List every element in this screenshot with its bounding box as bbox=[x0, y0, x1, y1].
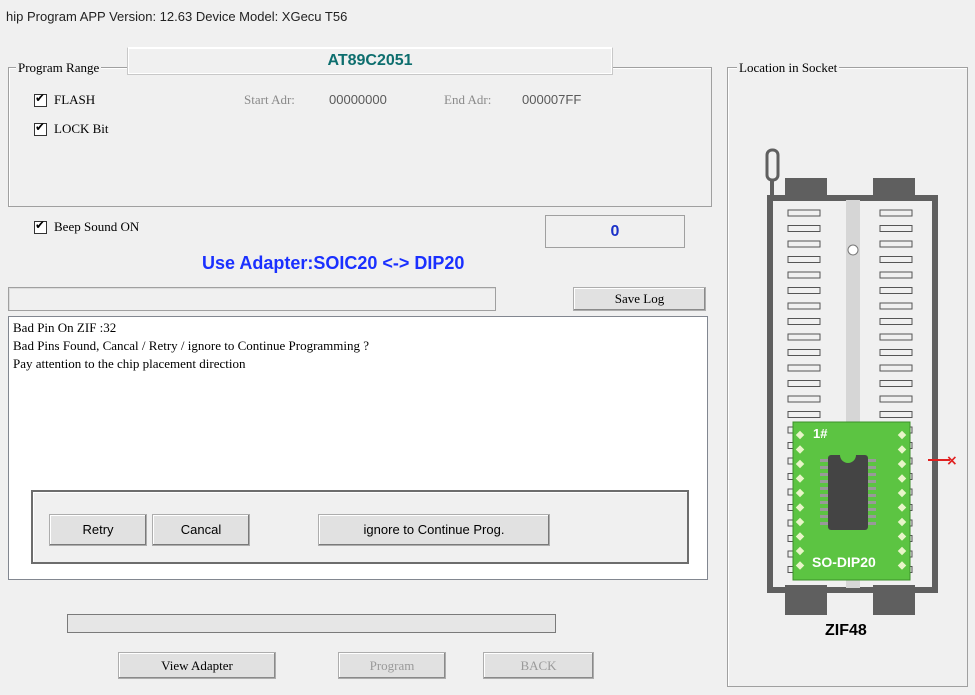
zif-pin-slot bbox=[787, 302, 821, 310]
zif-pin-slot bbox=[879, 209, 913, 217]
save-log-button[interactable]: Save Log bbox=[573, 287, 706, 311]
ic-leg bbox=[868, 508, 876, 511]
flash-label: FLASH bbox=[54, 92, 96, 107]
log-line: Bad Pin On ZIF :32 bbox=[13, 320, 117, 335]
zif-pin-slot bbox=[787, 380, 821, 387]
lock-check-icon[interactable] bbox=[34, 120, 47, 136]
ic-leg bbox=[868, 487, 876, 490]
end-adr-label: End Adr: bbox=[444, 92, 492, 107]
zif-pin-slot bbox=[787, 271, 821, 279]
zif-pin-slot bbox=[879, 411, 913, 418]
view-adapter-button[interactable]: View Adapter bbox=[118, 652, 276, 679]
program-button[interactable]: Program bbox=[338, 652, 446, 679]
retry-button[interactable]: Retry bbox=[49, 514, 147, 546]
lock-bit-label: LOCK Bit bbox=[54, 121, 109, 136]
log-lines: Bad Pin On ZIF :32 Bad Pins Found, Canca… bbox=[13, 319, 369, 373]
zif-socket-diagram: × bbox=[765, 148, 958, 615]
socket-legend: Location in Socket bbox=[737, 60, 840, 76]
ic-leg bbox=[868, 494, 876, 497]
ic-leg bbox=[868, 466, 876, 469]
adapter-text: Use Adapter:SOIC20 <-> DIP20 bbox=[202, 253, 465, 273]
zif-pin-slot bbox=[787, 349, 821, 356]
program-range-group bbox=[8, 67, 712, 207]
ic-leg bbox=[820, 522, 828, 525]
zif-pin-slot bbox=[879, 256, 913, 263]
zif-pin-slot bbox=[879, 380, 913, 387]
svg-text:×: × bbox=[946, 453, 958, 469]
log-line: Bad Pins Found, Cancal / Retry / ignore … bbox=[13, 338, 370, 353]
zif-pin-slot bbox=[787, 256, 821, 263]
status-bar bbox=[8, 287, 496, 311]
zif-pin-slot bbox=[787, 225, 821, 232]
zif-lever-icon bbox=[765, 148, 780, 200]
lock-bit-checkbox[interactable]: LOCK Bit bbox=[34, 120, 109, 137]
adapter-bottom-label: SO-DIP20 bbox=[812, 554, 876, 570]
zif-pin-slot bbox=[787, 209, 821, 217]
adapter-top-label: 1# bbox=[813, 426, 828, 441]
zif-pin-slot bbox=[879, 318, 913, 325]
ic-leg bbox=[820, 480, 828, 483]
window-title: hip Program APP Version: 12.63 Device Mo… bbox=[6, 9, 348, 24]
zif-pin-slot bbox=[787, 364, 821, 372]
ic-leg bbox=[868, 515, 876, 518]
zif-label: ZIF48 bbox=[825, 622, 867, 639]
zif-pin-slot bbox=[787, 318, 821, 325]
flash-check-icon[interactable] bbox=[34, 91, 47, 107]
beep-label: Beep Sound ON bbox=[54, 219, 140, 234]
zif-pin-slot bbox=[879, 395, 913, 403]
end-adr-value: 000007FF bbox=[522, 92, 582, 107]
zif-pin-slot bbox=[787, 395, 821, 403]
zif-pin-slot bbox=[879, 240, 913, 248]
ic-leg bbox=[868, 522, 876, 525]
zif-pin-slot bbox=[879, 271, 913, 279]
zif-pin-slot bbox=[879, 302, 913, 310]
ic-leg bbox=[820, 466, 828, 469]
ic-leg bbox=[868, 480, 876, 483]
zif-pin-slot bbox=[879, 349, 913, 356]
ic-leg bbox=[820, 459, 828, 462]
ic-leg bbox=[820, 508, 828, 511]
beep-checkbox[interactable]: Beep Sound ON bbox=[34, 218, 140, 235]
ic-leg bbox=[868, 459, 876, 462]
ignore-button[interactable]: ignore to Continue Prog. bbox=[318, 514, 550, 546]
ic-leg bbox=[820, 501, 828, 504]
progress-bar bbox=[67, 614, 556, 633]
chip-name: AT89C2051 bbox=[127, 47, 613, 75]
pass-counter: 0 bbox=[545, 215, 685, 248]
ic-leg bbox=[820, 487, 828, 490]
cancel-button[interactable]: Cancal bbox=[152, 514, 250, 546]
zif-pin-slot bbox=[879, 364, 913, 372]
log-area[interactable]: Bad Pin On ZIF :32 Bad Pins Found, Canca… bbox=[8, 316, 708, 580]
beep-check-icon[interactable] bbox=[34, 218, 47, 234]
program-range-legend: Program Range bbox=[16, 60, 102, 76]
zif-pin-slot bbox=[879, 333, 913, 341]
back-button[interactable]: BACK bbox=[483, 652, 594, 679]
flash-checkbox[interactable]: FLASH bbox=[34, 91, 96, 108]
ic-leg bbox=[868, 473, 876, 476]
start-adr-label: Start Adr: bbox=[244, 92, 295, 107]
zif-pin-slot bbox=[879, 287, 913, 294]
bad-pin-dialog: Retry Cancal ignore to Continue Prog. bbox=[31, 490, 689, 564]
ic-leg bbox=[820, 473, 828, 476]
ic-leg bbox=[868, 501, 876, 504]
zif-pin-slot bbox=[787, 411, 821, 418]
log-line: Pay attention to the chip placement dire… bbox=[13, 356, 246, 371]
ic-leg bbox=[820, 494, 828, 497]
ic-leg bbox=[820, 515, 828, 518]
start-adr-value: 00000000 bbox=[329, 92, 387, 107]
zif-pin-slot bbox=[787, 240, 821, 248]
zif-pin-slot bbox=[787, 333, 821, 341]
zif-pin-slot bbox=[879, 225, 913, 232]
zif-pin-slot bbox=[787, 287, 821, 294]
